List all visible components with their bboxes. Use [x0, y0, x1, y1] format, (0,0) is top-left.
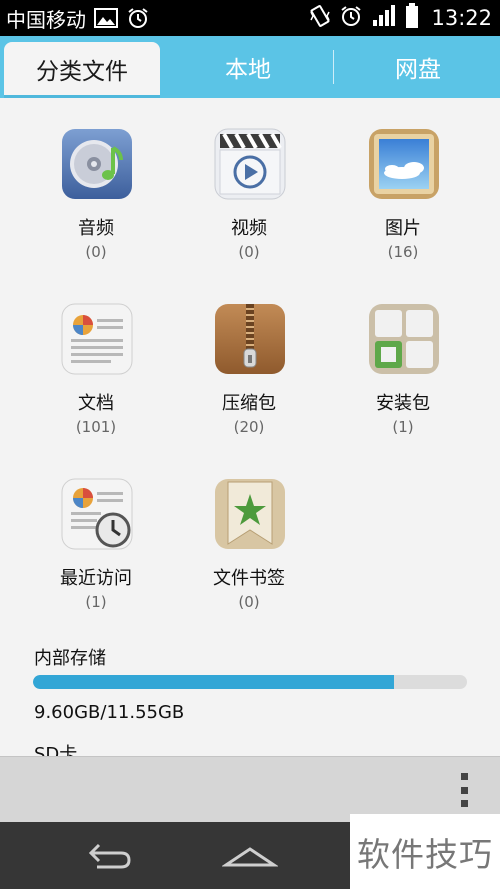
category-count: (20) — [233, 418, 265, 436]
tab-divider — [333, 50, 334, 84]
internal-storage-title: 内部存储 — [34, 648, 106, 669]
alarm-icon — [126, 7, 150, 29]
category-count: (0) — [238, 593, 260, 611]
category-label: 安装包 — [376, 393, 430, 414]
category-label: 最近访问 — [60, 568, 132, 589]
picture-icon — [368, 128, 440, 200]
watermark-text: 软件技巧 — [350, 814, 500, 889]
home-icon[interactable] — [220, 836, 280, 876]
clock-time: 13:22 — [431, 6, 492, 30]
status-bar: 中国移动 13:22 — [0, 0, 500, 36]
storage-size: 9.60GB/11.55GB — [34, 702, 185, 723]
category-label: 视频 — [231, 218, 267, 239]
category-count: (1) — [85, 593, 107, 611]
music-disc-icon — [61, 128, 133, 200]
category-pictures[interactable]: 图片 (16) — [328, 98, 478, 261]
category-audio[interactable]: 音频 (0) — [21, 98, 171, 261]
storage-progress-bar — [33, 675, 467, 689]
category-count: (16) — [387, 243, 419, 261]
bookmark-star-icon — [214, 478, 286, 550]
category-label: 音频 — [78, 218, 114, 239]
signal-icon — [371, 4, 397, 32]
install-package-icon — [368, 303, 440, 375]
category-label: 文档 — [78, 393, 114, 414]
vibrate-icon — [309, 4, 331, 32]
tab-local[interactable]: 本地 — [168, 36, 328, 98]
alarm-icon — [339, 5, 363, 31]
category-count: (101) — [75, 418, 117, 436]
zip-archive-icon — [214, 303, 286, 375]
tab-bar: 分类文件 本地 网盘 — [0, 36, 500, 98]
image-icon — [94, 8, 118, 28]
sd-card-title: SD卡 — [34, 744, 78, 756]
navigation-bar — [0, 822, 350, 889]
category-count: (0) — [85, 243, 107, 261]
category-video[interactable]: 视频 (0) — [174, 98, 324, 261]
tab-cloud[interactable]: 网盘 — [336, 36, 500, 98]
category-count: (0) — [238, 243, 260, 261]
action-bar — [0, 756, 500, 822]
back-icon[interactable] — [80, 836, 140, 876]
category-recent[interactable]: 最近访问 (1) — [21, 448, 171, 611]
category-documents[interactable]: 文档 (101) — [21, 273, 171, 436]
category-packages[interactable]: 安装包 (1) — [328, 273, 478, 436]
video-clapper-icon — [214, 128, 286, 200]
category-label: 压缩包 — [222, 393, 276, 414]
recent-clock-icon — [61, 478, 133, 550]
overflow-menu-icon[interactable] — [458, 773, 470, 807]
category-bookmarks[interactable]: 文件书签 (0) — [174, 448, 324, 611]
tab-categories[interactable]: 分类文件 — [4, 42, 160, 98]
category-panel: 音频 (0) 视频 (0) 图片 (16) 文档 (101) 压缩包 (20) … — [0, 98, 500, 756]
category-label: 图片 — [385, 218, 421, 239]
category-count: (1) — [392, 418, 414, 436]
document-icon — [61, 303, 133, 375]
carrier-label: 中国移动 — [6, 7, 86, 32]
storage-progress-fill — [33, 675, 394, 689]
battery-icon — [405, 3, 419, 33]
category-label: 文件书签 — [213, 568, 285, 589]
category-archives[interactable]: 压缩包 (20) — [174, 273, 324, 436]
